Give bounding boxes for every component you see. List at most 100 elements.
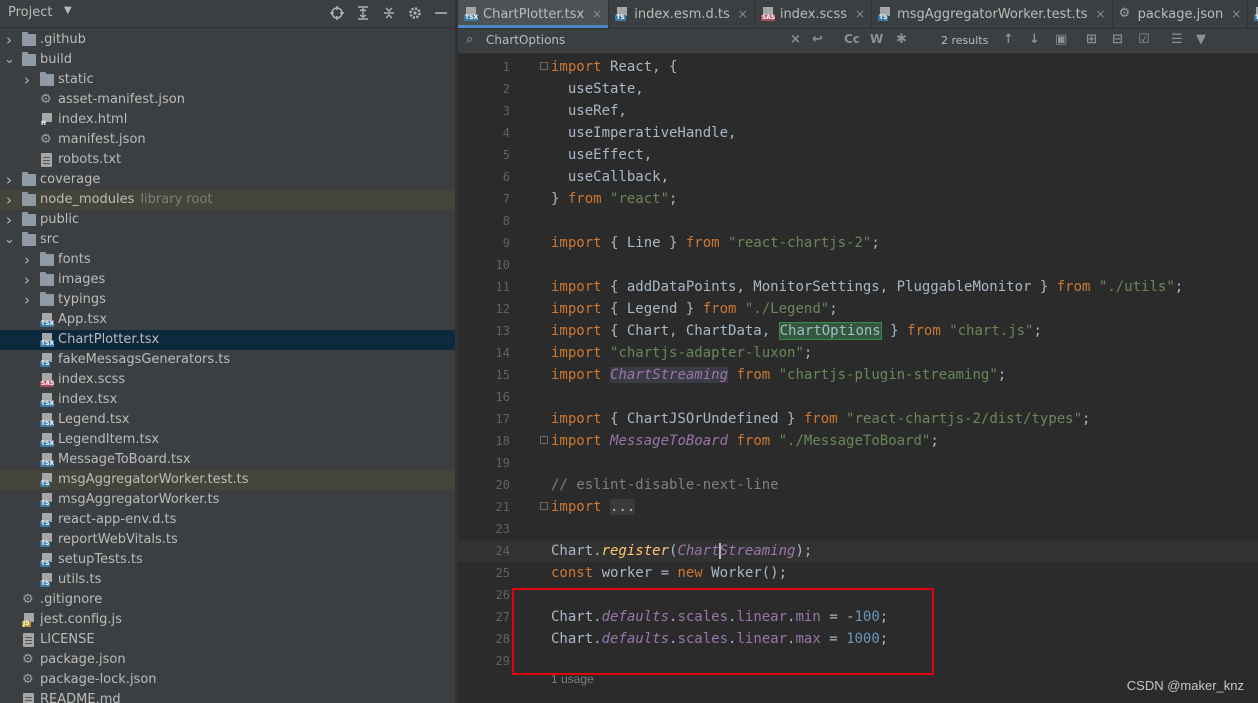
tree-file[interactable]: TS fakeMessagsGenerators.ts xyxy=(0,350,455,370)
match-case-icon[interactable]: Cc xyxy=(844,32,860,46)
code-line[interactable]: 10 xyxy=(458,254,1258,276)
code-line[interactable]: 14 import "chartjs-adapter-luxon"; xyxy=(458,342,1258,364)
regex-icon[interactable]: ✱ xyxy=(896,32,907,47)
filter-icon[interactable]: ▼ xyxy=(1196,32,1206,47)
editor-tab[interactable]: TS index.esm.d.ts × xyxy=(609,0,755,28)
code-line[interactable]: 9 import { Line } from "react-chartjs-2"; xyxy=(458,232,1258,254)
code-line[interactable]: 8 xyxy=(458,210,1258,232)
tree-file[interactable]: SASS index.scss xyxy=(0,370,455,390)
expand-all-icon[interactable] xyxy=(353,3,373,23)
tree-file[interactable]: TSX ChartPlotter.tsx xyxy=(0,330,455,350)
chevron-down-icon[interactable]: ▼ xyxy=(64,5,72,16)
chevron-down-icon[interactable]: ⌄ xyxy=(4,230,15,250)
tree-file[interactable]: robots.txt xyxy=(0,150,455,170)
code-line[interactable]: 6 useCallback, xyxy=(458,166,1258,188)
code-line[interactable]: 12 import { Legend } from "./Legend"; xyxy=(458,298,1258,320)
tree-folder[interactable]: › typings xyxy=(0,290,455,310)
tree-file[interactable]: ⚙ package-lock.json xyxy=(0,670,455,690)
select-all-icon[interactable]: ☑ xyxy=(1138,32,1150,47)
chevron-right-icon[interactable]: › xyxy=(4,210,14,230)
newline-icon[interactable]: ↩ xyxy=(812,32,823,47)
code-line[interactable]: 4 useImperativeHandle, xyxy=(458,122,1258,144)
project-title[interactable]: Project xyxy=(8,5,52,20)
code-line[interactable]: 16 xyxy=(458,386,1258,408)
locate-icon[interactable] xyxy=(327,3,347,23)
next-occurrence-icon[interactable]: ↓ xyxy=(1029,32,1040,47)
tree-file[interactable]: README.md xyxy=(0,690,455,703)
code-line[interactable]: 19 xyxy=(458,452,1258,474)
code-line[interactable]: 3 useRef, xyxy=(458,100,1258,122)
tree-folder[interactable]: › coverage xyxy=(0,170,455,190)
chevron-right-icon[interactable]: › xyxy=(4,170,14,190)
tree-file[interactable]: TSX LegendItem.tsx xyxy=(0,430,455,450)
code-line[interactable]: 27 Chart.defaults.scales.linear.min = -10… xyxy=(458,606,1258,628)
chevron-right-icon[interactable]: › xyxy=(22,290,32,310)
code-line[interactable]: 17 import { ChartJSOrUndefined } from "re… xyxy=(458,408,1258,430)
tree-folder[interactable]: › fonts xyxy=(0,250,455,270)
chevron-right-icon[interactable]: › xyxy=(4,190,14,210)
gear-icon[interactable] xyxy=(405,3,425,23)
code-line[interactable]: 21 import ... xyxy=(458,496,1258,518)
search-input[interactable]: ChartOptions xyxy=(486,33,565,47)
tree-file[interactable]: TS msgAggregatorWorker.test.ts xyxy=(0,470,455,490)
chevron-right-icon[interactable]: › xyxy=(22,270,32,290)
tree-file[interactable]: LICENSE xyxy=(0,630,455,650)
fold-marker-icon[interactable] xyxy=(540,436,548,444)
code-line[interactable]: 1 import React, { xyxy=(458,56,1258,78)
tree-file[interactable]: Hindex.html xyxy=(0,110,455,130)
code-line[interactable]: 23 xyxy=(458,518,1258,540)
chevron-down-icon[interactable]: ⌄ xyxy=(4,50,15,70)
code-line[interactable]: 29 xyxy=(458,650,1258,672)
tree-folder[interactable]: ⌄ src xyxy=(0,230,455,250)
fold-marker-icon[interactable] xyxy=(540,62,548,70)
tree-folder[interactable]: › public xyxy=(0,210,455,230)
code-line[interactable]: 13 import { Chart, ChartData, ChartOption… xyxy=(458,320,1258,342)
editor-tab[interactable]: SASS index.scss × xyxy=(755,0,873,28)
tree-file[interactable]: ⚙ .gitignore xyxy=(0,590,455,610)
chevron-right-icon[interactable]: › xyxy=(22,250,32,270)
close-tab-icon[interactable]: × xyxy=(738,7,748,21)
collapse-all-icon[interactable] xyxy=(379,3,399,23)
tree-file[interactable]: ⚙ manifest.json xyxy=(0,130,455,150)
code-line[interactable]: 26 xyxy=(458,584,1258,606)
tree-file[interactable]: TS setupTests.ts xyxy=(0,550,455,570)
usage-hint[interactable]: 1 usage xyxy=(551,672,594,686)
close-tab-icon[interactable]: × xyxy=(592,7,602,21)
tree-file[interactable]: TSX index.tsx xyxy=(0,390,455,410)
tree-folder[interactable]: › static xyxy=(0,70,455,90)
code-line[interactable]: 25 const worker = new Worker(); xyxy=(458,562,1258,584)
tree-file[interactable]: ⚙ package.json xyxy=(0,650,455,670)
tree-file[interactable]: JS jest.config.js xyxy=(0,610,455,630)
close-tab-icon[interactable]: × xyxy=(855,7,865,21)
code-line[interactable]: 18 import MessageToBoard from "./MessageT… xyxy=(458,430,1258,452)
tree-file[interactable]: TS utils.ts xyxy=(0,570,455,590)
editor-tab[interactable]: TS msgAggregatorWorker.test.ts × xyxy=(872,0,1113,28)
editor-tab[interactable]: TSX ChartPlotter.tsx × xyxy=(458,0,610,28)
editor-tab[interactable]: TSfakeMe xyxy=(1248,0,1258,28)
previous-occurrence-icon[interactable]: ↑ xyxy=(1003,32,1014,47)
code-line[interactable]: 15 import ChartStreaming from "chartjs-pl… xyxy=(458,364,1258,386)
code-line[interactable]: 2 useState, xyxy=(458,78,1258,100)
clear-search-icon[interactable]: × xyxy=(790,32,801,47)
code-line[interactable]: 7} from "react"; xyxy=(458,188,1258,210)
code-line[interactable]: 20 // eslint-disable-next-line xyxy=(458,474,1258,496)
tree-file[interactable]: TSX MessageToBoard.tsx xyxy=(0,450,455,470)
tree-file[interactable]: TS react-app-env.d.ts xyxy=(0,510,455,530)
tree-folder[interactable]: › node_modules library root xyxy=(0,190,455,210)
tree-file[interactable]: TSX App.tsx xyxy=(0,310,455,330)
fold-marker-icon[interactable] xyxy=(540,502,548,510)
add-selection-icon[interactable]: ⊞ xyxy=(1086,32,1097,47)
editor-tab[interactable]: ⚙ package.json × xyxy=(1113,0,1249,28)
tree-file[interactable]: TS reportWebVitals.ts xyxy=(0,530,455,550)
tree-folder[interactable]: ⌄ build xyxy=(0,50,455,70)
tree-folder[interactable]: › images xyxy=(0,270,455,290)
chevron-right-icon[interactable]: › xyxy=(22,70,32,90)
whole-words-icon[interactable]: W xyxy=(870,32,883,46)
code-line[interactable]: 24 Chart.register(ChartStreaming); xyxy=(458,540,1258,562)
close-tab-icon[interactable]: × xyxy=(1096,7,1106,21)
minimize-icon[interactable] xyxy=(431,3,451,23)
tree-file[interactable]: TS msgAggregatorWorker.ts xyxy=(0,490,455,510)
remove-selection-icon[interactable]: ⊟ xyxy=(1112,32,1123,47)
select-all-occurrences-icon[interactable]: ▣ xyxy=(1055,32,1067,47)
code-line[interactable]: 5 useEffect, xyxy=(458,144,1258,166)
